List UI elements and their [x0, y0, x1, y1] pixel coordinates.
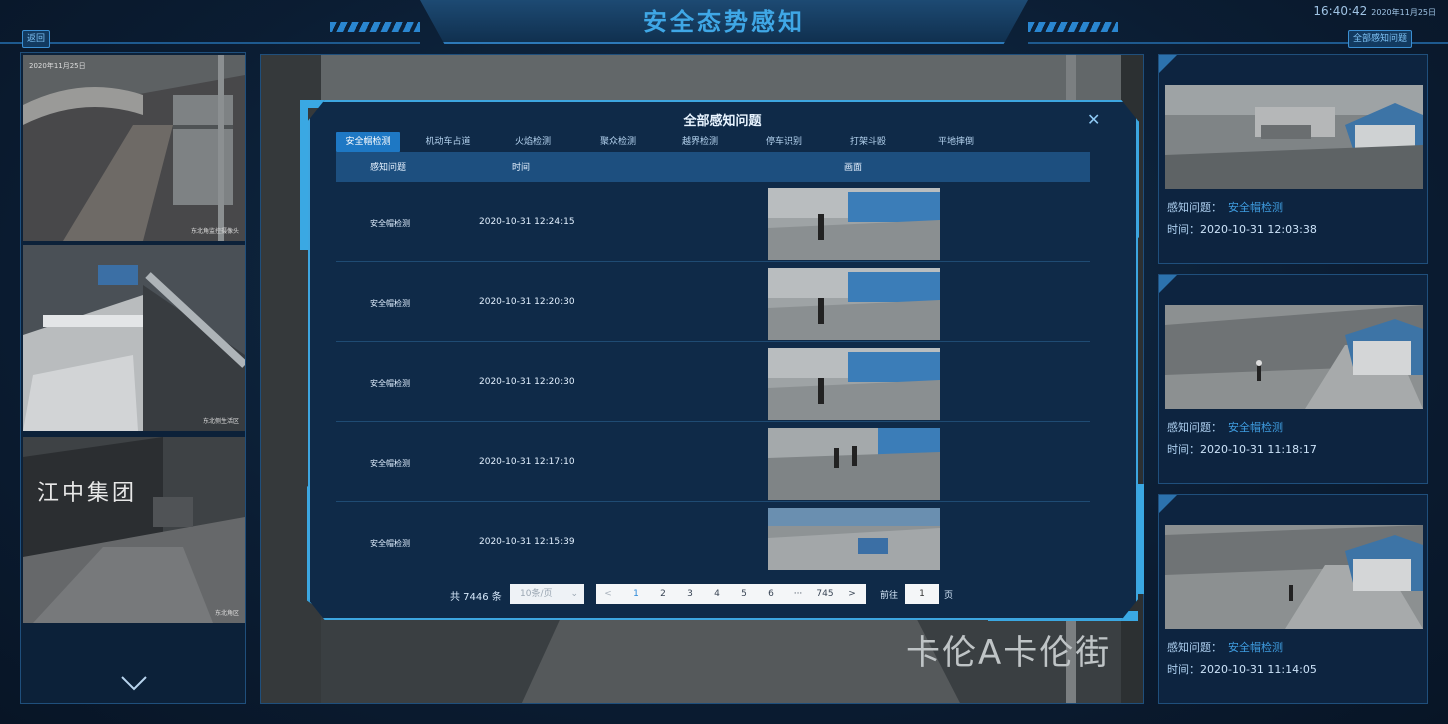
alert-card-2[interactable]: 感知问题： 安全帽检测 时间：2020-10-31 11:18:17: [1158, 274, 1428, 484]
left-camera-list: 2020年11月25日 东北角监控摄像头 东北侧生活区 江中集团 东北角区: [20, 52, 246, 704]
page-suffix: 页: [944, 591, 954, 601]
chevron-down-icon: ⌄: [570, 589, 578, 599]
tab-boundary-detection[interactable]: 越界检测: [668, 132, 732, 152]
row-snapshot[interactable]: [768, 508, 940, 570]
alert-1-issue: 感知问题： 安全帽检测: [1167, 201, 1283, 214]
clock: 16:40:42 2020年11月25日: [1313, 4, 1436, 18]
camera-2-stamp: 东北侧生活区: [202, 418, 239, 425]
alert-1-issue-value: 安全帽检测: [1228, 201, 1283, 214]
camera-scene-2: [23, 245, 245, 431]
camera-3-stamp: 东北角区: [214, 610, 239, 617]
alert-1-time: 时间：2020-10-31 12:03:38: [1167, 223, 1317, 236]
row-issue: 安全帽检测: [370, 379, 410, 388]
alert-snapshot-2: [1165, 305, 1423, 409]
close-icon[interactable]: ✕: [1087, 110, 1100, 129]
camera-feed-3[interactable]: 江中集团 东北角区: [23, 437, 245, 623]
column-time: 时间: [512, 163, 531, 173]
total-count: 共 7446 条: [450, 592, 502, 603]
pagination: 共 7446 条 10条/页 ⌄ < 1 2 3 4 5 6 ··· 745 >…: [300, 584, 1145, 608]
camera-feed-2[interactable]: 东北侧生活区: [23, 245, 245, 431]
page-button-1[interactable]: 1: [628, 584, 644, 604]
table-row[interactable]: 安全帽检测 2020-10-31 12:17:10: [336, 422, 1090, 502]
camera-feed-1[interactable]: 2020年11月25日 东北角监控摄像头: [23, 55, 245, 241]
alert-2-time: 时间：2020-10-31 11:18:17: [1167, 443, 1317, 456]
row-time: 2020-10-31 12:15:39: [479, 537, 575, 547]
video-watermark: 卡伦A卡伦街: [906, 633, 1112, 673]
page-ellipsis[interactable]: ···: [790, 584, 806, 604]
alert-1-time-value: 2020-10-31 12:03:38: [1200, 223, 1317, 236]
row-snapshot[interactable]: [768, 348, 940, 420]
page-list: < 1 2 3 4 5 6 ··· 745 >: [596, 584, 866, 604]
tab-fall-detection[interactable]: 平地摔倒: [924, 132, 988, 152]
chevron-down-icon[interactable]: [119, 673, 149, 693]
next-page-button[interactable]: >: [844, 584, 860, 604]
tab-fire-detection[interactable]: 火焰检测: [501, 132, 565, 152]
row-time: 2020-10-31 12:20:30: [479, 297, 575, 307]
tab-vehicle-lane[interactable]: 机动车占道: [416, 132, 480, 152]
tab-helmet-detection[interactable]: 安全帽检测: [336, 132, 400, 152]
alert-3-time: 时间：2020-10-31 11:14:05: [1167, 663, 1317, 676]
alert-3-issue: 感知问题： 安全帽检测: [1167, 641, 1283, 654]
page-title: 安全态势感知: [643, 8, 805, 36]
modal-title: 全部感知问题: [683, 114, 762, 129]
table-row[interactable]: 安全帽检测 2020-10-31 12:20:30: [336, 262, 1090, 342]
alert-2-time-value: 2020-10-31 11:18:17: [1200, 443, 1317, 456]
page-button-2[interactable]: 2: [655, 584, 671, 604]
header-line-left: [0, 42, 420, 44]
clock-date: 2020年11月25日: [1371, 8, 1436, 17]
alert-card-1[interactable]: 感知问题： 安全帽检测 时间：2020-10-31 12:03:38: [1158, 54, 1428, 264]
row-issue: 安全帽检测: [370, 219, 410, 228]
alert-card-3[interactable]: 感知问题： 安全帽检测 时间：2020-10-31 11:14:05: [1158, 494, 1428, 704]
page-button-6[interactable]: 6: [763, 584, 779, 604]
row-issue: 安全帽检测: [370, 539, 410, 548]
table-row[interactable]: 安全帽检测 2020-10-31 12:15:39: [336, 502, 1090, 582]
back-button[interactable]: 返回: [22, 30, 51, 48]
row-snapshot[interactable]: [768, 188, 940, 260]
issues-modal: 全部感知问题 ✕ 安全帽检测 机动车占道 火焰检测 聚众检测 越界检测 停车识别…: [300, 96, 1145, 626]
tab-parking-recognition[interactable]: 停车识别: [752, 132, 816, 152]
alert-2-issue-value: 安全帽检测: [1228, 421, 1283, 434]
row-snapshot[interactable]: [768, 428, 940, 500]
column-image: 画面: [844, 163, 863, 173]
camera-scene-1: [23, 55, 245, 241]
column-issue: 感知问题: [370, 163, 407, 173]
tab-fighting[interactable]: 打架斗殴: [836, 132, 900, 152]
card-corner: [1159, 495, 1177, 513]
row-time: 2020-10-31 12:17:10: [479, 457, 575, 467]
header: 安全态势感知 16:40:42 2020年11月25日 返回 全部感知问题: [0, 0, 1448, 48]
goto-label: 前往: [880, 591, 899, 601]
page-button-last[interactable]: 745: [812, 584, 838, 604]
alert-3-issue-value: 安全帽检测: [1228, 641, 1283, 654]
page-size-select[interactable]: 10条/页 ⌄: [510, 584, 584, 604]
all-issues-button[interactable]: 全部感知问题: [1348, 30, 1413, 48]
table-header: 感知问题 时间 画面: [336, 152, 1090, 182]
row-issue: 安全帽检测: [370, 299, 410, 308]
alert-2-issue: 感知问题： 安全帽检测: [1167, 421, 1283, 434]
clock-time: 16:40:42: [1313, 4, 1368, 18]
page-button-5[interactable]: 5: [736, 584, 752, 604]
row-time: 2020-10-31 12:20:30: [479, 377, 575, 387]
scene-sign-text: 江中集团: [37, 481, 138, 506]
row-snapshot[interactable]: [768, 268, 940, 340]
card-corner: [1159, 275, 1177, 293]
page-button-4[interactable]: 4: [709, 584, 725, 604]
camera-1-stamp: 东北角监控摄像头: [190, 228, 239, 235]
table-row[interactable]: 安全帽检测 2020-10-31 12:24:15: [336, 182, 1090, 262]
row-issue: 安全帽检测: [370, 459, 410, 468]
goto-page-input[interactable]: 1: [905, 584, 939, 604]
camera-1-label: 2020年11月25日: [29, 62, 86, 70]
table-row[interactable]: 安全帽检测 2020-10-31 12:20:30: [336, 342, 1090, 422]
alert-snapshot-3: [1165, 525, 1423, 629]
prev-page-button[interactable]: <: [600, 584, 616, 604]
row-time: 2020-10-31 12:24:15: [479, 217, 575, 227]
page-button-3[interactable]: 3: [682, 584, 698, 604]
tab-crowd-detection[interactable]: 聚众检测: [586, 132, 650, 152]
alert-3-time-value: 2020-10-31 11:14:05: [1200, 663, 1317, 676]
camera-scene-3: [23, 437, 245, 623]
app-root: 安全态势感知 16:40:42 2020年11月25日 返回 全部感知问题 202…: [0, 0, 1448, 724]
alert-snapshot-1: [1165, 85, 1423, 189]
card-corner: [1159, 55, 1177, 73]
page-size-value: 10条/页: [520, 589, 553, 599]
